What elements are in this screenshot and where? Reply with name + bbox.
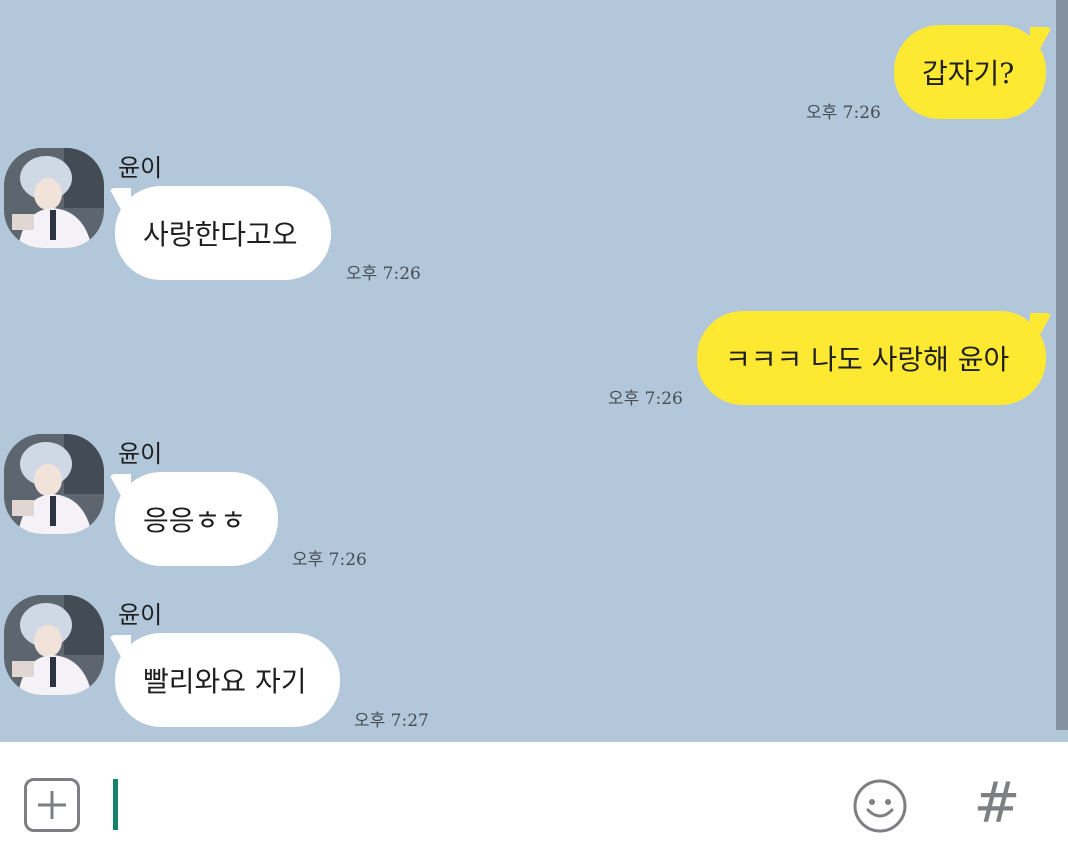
message-text: 응응ㅎㅎ — [143, 504, 247, 537]
bubble-tail — [1030, 27, 1052, 51]
profile-photo — [4, 148, 104, 248]
profile-photo — [4, 595, 104, 695]
other-message-bubble[interactable]: 빨리와요 자기 — [109, 633, 340, 727]
message-time: 오후 7:26 — [608, 389, 683, 409]
emoji-icon — [853, 779, 907, 833]
hashtag-button[interactable]: # — [972, 770, 1022, 836]
other-message-bubble[interactable]: 응응ㅎㅎ — [109, 472, 278, 566]
message-text: 사랑한다고오 — [143, 218, 298, 251]
bubble-tail — [109, 635, 131, 659]
message-input-bar: # — [0, 742, 1068, 868]
message-time: 오후 7:26 — [346, 264, 421, 284]
message-time: 오후 7:26 — [806, 103, 881, 123]
message-text: ㅋㅋㅋ 나도 사랑해 윤아 — [725, 343, 1010, 376]
emoji-button[interactable] — [852, 778, 908, 834]
message-time: 오후 7:26 — [292, 550, 367, 570]
attach-button[interactable] — [24, 778, 80, 832]
other-message-bubble[interactable]: 사랑한다고오 — [109, 186, 331, 280]
my-message-bubble[interactable]: 갑자기? — [894, 25, 1052, 119]
bubble-tail — [109, 188, 131, 212]
chat-area[interactable]: 갑자기? 오후 7:26 윤이 사랑한다고오 오후 7:26 ㅋㅋㅋ 나도 사랑… — [0, 0, 1068, 742]
avatar[interactable] — [4, 595, 104, 695]
profile-photo — [4, 434, 104, 534]
message-text: 갑자기? — [922, 57, 1015, 90]
scrollbar[interactable] — [1056, 0, 1068, 730]
message-time: 오후 7:27 — [354, 711, 429, 731]
message-text: 빨리와요 자기 — [143, 665, 307, 698]
hashtag-icon: # — [973, 770, 1021, 836]
sender-name: 윤이 — [118, 154, 163, 182]
avatar[interactable] — [4, 148, 104, 248]
sender-name: 윤이 — [118, 440, 163, 468]
plus-icon — [38, 791, 66, 819]
avatar[interactable] — [4, 434, 104, 534]
bubble-tail — [1030, 313, 1052, 337]
sender-name: 윤이 — [118, 601, 163, 629]
my-message-bubble[interactable]: ㅋㅋㅋ 나도 사랑해 윤아 — [697, 311, 1052, 405]
bubble-tail — [109, 474, 131, 498]
message-input-caret[interactable] — [113, 779, 118, 830]
